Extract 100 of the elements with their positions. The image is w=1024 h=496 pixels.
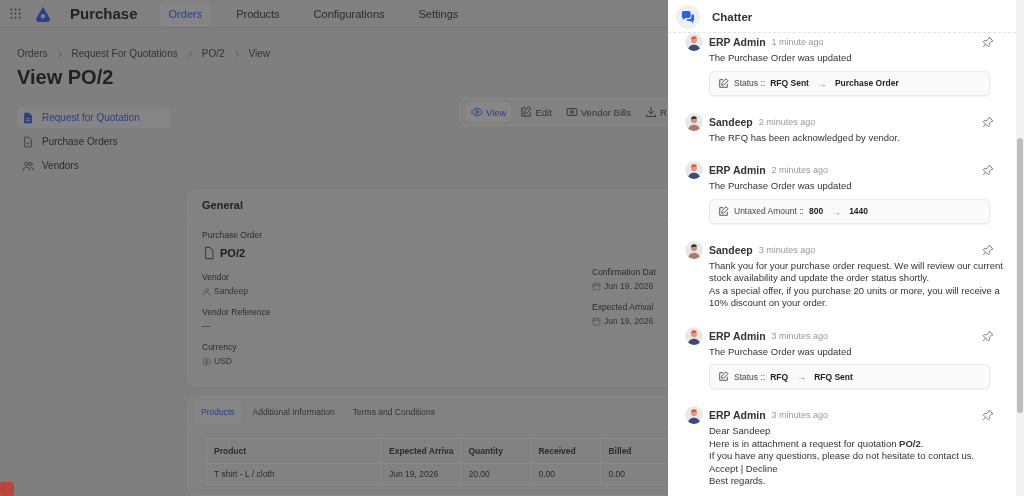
panel-title: Chatter [712,11,753,23]
edit-icon [718,205,729,217]
table-cell: 0.00 [530,463,601,485]
field-label: Purchase Order [202,230,263,240]
change-field: Untaxed Amount :: [734,206,804,216]
download-icon [644,106,657,118]
table-cell: 20.00 [460,463,531,485]
avatar [685,240,703,259]
message-text: The Purchase Order was updated [709,345,853,358]
field-label: Expected Arrival [592,302,655,312]
nav-tab[interactable]: Settings [409,0,468,27]
tab[interactable]: Terms and Conditions [345,400,442,424]
file-check-icon [22,135,34,148]
edit-icon [718,77,729,89]
arrow: → [816,77,827,89]
chevron-right-icon [185,49,194,58]
file-icon [202,246,216,260]
timestamp: 2 minutes ago [758,116,816,127]
pin-icon[interactable] [982,243,994,256]
edit-icon [718,371,729,382]
timestamp: 3 minutes ago [771,330,829,341]
calendar-icon [592,316,601,326]
new-value: RFQ Sent [814,371,853,382]
author-name: ERP Admin [709,36,766,48]
author-name: ERP Admin [709,164,766,176]
sidebar-item[interactable]: Purchase Orders [17,131,170,152]
banknote-icon [565,106,578,118]
calendar-icon [592,281,601,291]
nav-tab[interactable]: Configurations [304,0,394,27]
field-value: Jun 19, 2026 [604,316,654,326]
pin-icon[interactable] [982,36,994,48]
breadcrumb-link[interactable]: PO/2 [201,48,225,59]
avatar [685,406,703,424]
field-value: Sandeep [214,286,249,296]
author-name: ERP Admin [709,409,766,421]
tab[interactable]: Additional Information [245,400,342,424]
nav-tab[interactable]: Orders [159,0,212,27]
record-number: PO/2 [220,247,246,259]
eye-icon [471,106,483,118]
avatar [685,161,703,179]
toolbar-button[interactable]: View [466,102,512,122]
field-label: Vendor [202,272,230,282]
message-text: The Purchase Order was updated [709,52,853,65]
message-text: Accept | Decline [709,462,779,475]
nav-tab[interactable]: Products [227,0,289,27]
avatar [685,112,703,131]
breadcrumb-link[interactable]: View [248,48,271,59]
author-name: Sandeep [709,243,753,256]
message-text: Best regards. [709,475,767,488]
pin-icon[interactable] [982,409,994,421]
column-header: Quantity [460,438,531,464]
column-header: Received [530,438,601,464]
users-icon [22,159,34,172]
sidebar-item[interactable]: Request for Quotation [17,107,170,128]
chat-icon [676,5,700,29]
message-text: The Purchase Order was updated [709,180,853,193]
breadcrumb-link[interactable]: Orders [17,48,48,59]
toolbar-button[interactable]: Edit [515,102,557,122]
edit-icon [520,106,533,118]
column-header: Product [206,438,382,464]
toolbar-button[interactable]: R [639,102,668,122]
scrollbar[interactable] [1016,0,1024,496]
message-text: Here is in attachment a request for quotation PO/2. [709,437,925,450]
timestamp: 2 minutes ago [771,165,829,175]
chevron-right-icon [55,49,64,58]
pin-icon[interactable] [982,115,994,128]
new-value: Purchase Order [834,78,899,88]
field-label: Vendor Reference [202,307,272,317]
author-name: Sandeep [709,115,753,128]
message-text: Dear Sandeep [709,425,772,438]
message-text: As a special offer, if you purchase 20 units or more, you will receive a 10% discount on your order. [709,284,1001,310]
chevron-right-icon [232,49,241,58]
message-text: The RFQ has been acknowledged by vendor. [709,131,901,144]
table-cell: Jun 19, 2026 [381,463,461,485]
field-value: USD [214,356,232,366]
pin-icon[interactable] [982,329,994,342]
column-header: Expected Arriva [381,438,461,464]
change-field: Status :: [734,371,766,382]
app-title: Purchase [70,5,138,22]
timestamp: 3 minutes ago [758,244,816,255]
old-value: RFQ Sent [770,78,809,88]
coin-icon [202,356,211,366]
arrow: → [831,205,842,217]
toolbar-button[interactable]: Vendor Bills [560,102,636,122]
pin-icon[interactable] [982,164,994,176]
old-value: RFQ [770,371,789,382]
page-title: View PO/2 [16,65,115,89]
field-value: Jun 19, 2026 [604,281,654,291]
avatar [685,326,703,345]
field-label: Confirmation Dat [592,267,657,277]
table-cell: T shirt - L / cloth [206,463,382,485]
timestamp: 3 minutes ago [771,410,829,420]
apps-grid-icon [9,7,22,20]
change-field: Status :: [734,78,766,88]
old-value: 800 [808,206,824,216]
breadcrumb-link[interactable]: Request For Quotations [71,48,178,59]
arrow: → [796,371,807,382]
new-value: 1440 [849,206,869,216]
field-value: — [202,321,211,331]
sidebar-item[interactable]: Vendors [17,155,170,176]
